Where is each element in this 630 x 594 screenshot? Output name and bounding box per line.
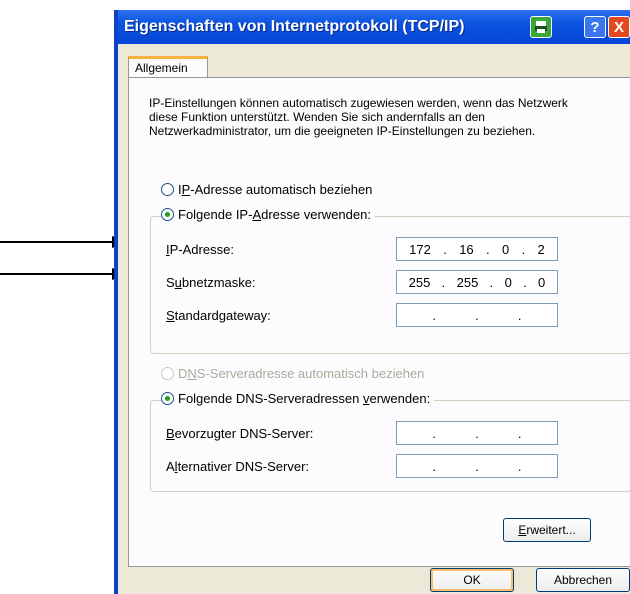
printer-icon[interactable]: [530, 16, 552, 38]
radio-button-disabled: [161, 367, 174, 380]
gateway-label: Standardgateway:: [166, 308, 271, 323]
alternate-dns-field[interactable]: ...: [396, 454, 558, 478]
dns-auto-label: DNS-Serveradresse automatisch beziehen: [178, 366, 425, 381]
ip-manual-label: Folgende IP-Adresse verwenden:: [178, 207, 371, 222]
ip-auto-label: IP-Adresse automatisch beziehen: [178, 182, 373, 197]
preferred-dns-label: Bevorzugter DNS-Server:: [166, 426, 314, 441]
intro-text: IP-Einstellungen können automatisch zuge…: [149, 96, 568, 138]
ip-auto-radio[interactable]: IP-Adresse automatisch beziehen: [161, 182, 372, 197]
dns-manual-radio[interactable]: Folgende DNS-Serveradressen verwenden:: [161, 391, 435, 406]
preferred-dns-field[interactable]: ...: [396, 421, 558, 445]
dns-auto-radio: DNS-Serveradresse automatisch beziehen: [161, 366, 424, 381]
ip-manual-radio[interactable]: Folgende IP-Adresse verwenden:: [161, 207, 375, 222]
close-icon[interactable]: X: [608, 16, 630, 38]
ok-button[interactable]: OK: [430, 568, 514, 592]
radio-button-selected[interactable]: [161, 392, 174, 405]
window-title: Eigenschaften von Internetprotokoll (TCP…: [124, 18, 465, 35]
annotation-arrow-subnet: [0, 273, 114, 275]
radio-button-selected[interactable]: [161, 208, 174, 221]
title-bar[interactable]: Eigenschaften von Internetprotokoll (TCP…: [118, 10, 630, 44]
subnet-mask-field[interactable]: 255. 255. 0. 0: [396, 270, 558, 294]
cancel-button[interactable]: Abbrechen: [536, 568, 630, 592]
dns-manual-label: Folgende DNS-Serveradressen verwenden:: [178, 391, 431, 406]
help-icon[interactable]: ?: [584, 16, 606, 38]
dns-group-box: [150, 400, 630, 492]
tcpip-properties-dialog: Eigenschaften von Internetprotokoll (TCP…: [114, 10, 630, 594]
tab-allgemein[interactable]: Allgemein: [128, 56, 208, 78]
ip-address-label: IP-Adresse:: [166, 242, 234, 257]
annotation-arrow-ip: [0, 241, 114, 243]
radio-button[interactable]: [161, 183, 174, 196]
gateway-field[interactable]: ...: [396, 303, 558, 327]
subnet-mask-label: Subnetzmaske:: [166, 275, 256, 290]
advanced-button[interactable]: Erweitert...: [503, 518, 591, 542]
general-tab-panel: IP-Einstellungen können automatisch zuge…: [128, 77, 630, 567]
ip-address-field[interactable]: 172. 16. 0. 2: [396, 237, 558, 261]
alternate-dns-label: Alternativer DNS-Server:: [166, 459, 310, 474]
